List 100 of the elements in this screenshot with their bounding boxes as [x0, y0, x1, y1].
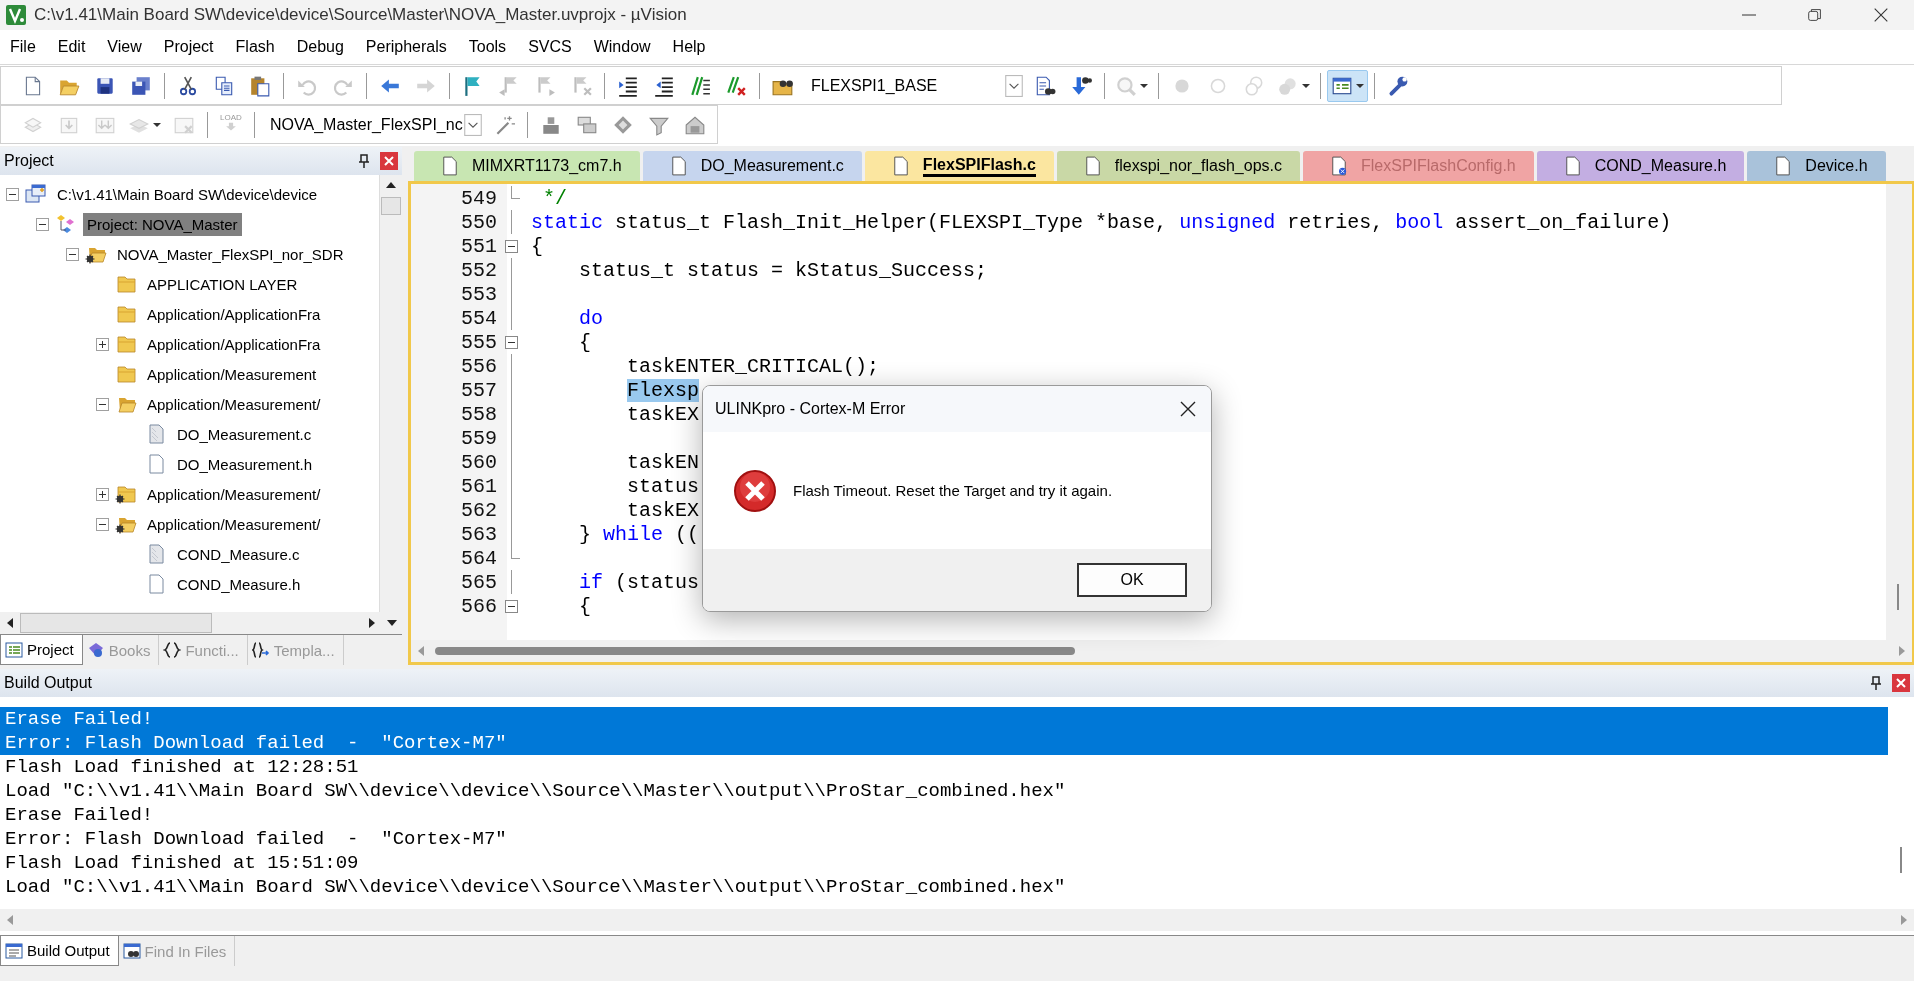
output-line: Erase Failed!: [4, 803, 155, 827]
code-line: status_t status = kStatus_Success;: [578, 258, 988, 282]
panel-tab[interactable]: Build Output: [0, 936, 119, 966]
tree-item[interactable]: Application/ApplicationFra: [143, 332, 325, 356]
scroll-thumb[interactable]: [435, 647, 1075, 655]
scroll-thumb[interactable]: [20, 613, 212, 633]
close-icon[interactable]: [1892, 674, 1910, 692]
combo-box[interactable]: NOVA_Master_FlexSPI_nc: [264, 111, 482, 138]
editor-tab[interactable]: COND_Measure.h: [1536, 151, 1745, 181]
copy-icon: [213, 74, 235, 97]
list-window-icon: [5, 942, 23, 959]
tree-item[interactable]: Application/ApplicationFra: [143, 302, 325, 326]
pin-icon[interactable]: [1870, 676, 1882, 690]
line-number: 558: [460, 402, 497, 426]
line-number: 559: [460, 426, 497, 450]
caret-icon: [1356, 81, 1364, 90]
tree-item[interactable]: COND_Measure.c: [173, 542, 304, 566]
line-number: 565: [460, 570, 497, 594]
expand-toggle[interactable]: [96, 487, 109, 501]
collapse-toggle[interactable]: [36, 217, 49, 231]
editor-tab[interactable]: DO_Measurement.c: [642, 151, 862, 181]
close-icon: [1872, 6, 1890, 24]
collapse-toggle[interactable]: [96, 397, 109, 411]
panel-tab[interactable]: Project: [0, 635, 83, 665]
restore-icon: [1806, 6, 1824, 24]
line-number: 551: [460, 234, 497, 258]
editor-tab[interactable]: FlexSPIFlash.c: [864, 151, 1054, 181]
error-icon: [733, 468, 777, 513]
tree-item[interactable]: Project: NOVA_Master: [83, 212, 242, 236]
window-title: C:\v1.41\Main Board SW\device\device\Source\Master\NOVA_Master.uvprojx - µVision: [34, 5, 687, 25]
line-number: 555: [460, 330, 497, 354]
line-number: 557: [460, 378, 497, 402]
tree-item[interactable]: COND_Measure.h: [173, 572, 305, 596]
dialog-message: Flash Timeout. Reset the Target and try it again.: [793, 482, 1113, 499]
menu-item[interactable]: Edit: [47, 38, 98, 56]
document-binoculars-icon: [1034, 74, 1056, 97]
output-line: Error: Flash Download failed - "Cortex-M7": [4, 827, 508, 851]
comment-slashes-icon: [689, 74, 711, 97]
arrow-binoculars-icon: [1070, 74, 1092, 97]
document-icon: [670, 156, 687, 176]
scroll-thumb[interactable]: [381, 197, 401, 215]
dropdown-icon[interactable]: [1005, 74, 1023, 97]
line-number: 550: [460, 210, 497, 234]
output-line: Load "C:\\v1.41\\Main Board SW\\device\\device\\Source\\Master\\output\\ProStar_combined.hex": [4, 779, 1067, 803]
code-line: taskEX: [626, 402, 700, 426]
editor-tab[interactable]: Device.h: [1747, 151, 1886, 181]
tree-item[interactable]: Application/Measurement/: [143, 512, 325, 536]
menu-item[interactable]: File: [0, 38, 48, 56]
line-number: 561: [460, 474, 497, 498]
code-line: taskEN: [626, 450, 700, 474]
tree-item[interactable]: DO_Measurement.h: [173, 452, 317, 476]
menu-item[interactable]: Flash: [225, 38, 287, 56]
menu-item[interactable]: Project: [153, 38, 226, 56]
output-line: Flash Load finished at 12:28:51: [4, 755, 360, 779]
menu-item[interactable]: SVCS: [518, 38, 584, 56]
collapse-toggle[interactable]: [66, 247, 79, 261]
menu-item[interactable]: Tools: [458, 38, 519, 56]
menu-item[interactable]: Help: [662, 38, 718, 56]
tree-item[interactable]: NOVA_Master_FlexSPI_nor_SDR: [113, 242, 348, 266]
uncomment-slashes-icon: [725, 74, 747, 97]
tree-item[interactable]: Application/Measurement: [143, 362, 321, 386]
indent-icon: [617, 74, 639, 97]
collapse-toggle[interactable]: [6, 187, 19, 201]
menu-item[interactable]: Debug: [286, 38, 356, 56]
close-icon: [1178, 399, 1198, 419]
tree-item[interactable]: Application/Measurement/: [143, 392, 325, 416]
line-number: 564: [460, 546, 497, 570]
scroll-thumb[interactable]: [1897, 584, 1899, 610]
expand-toggle[interactable]: [96, 337, 109, 351]
list-window-icon: [5, 641, 23, 658]
vertical-scrollbar[interactable]: [1886, 184, 1912, 640]
line-number: 549: [460, 186, 497, 210]
tree-item[interactable]: DO_Measurement.c: [173, 422, 316, 446]
code-line: {: [578, 330, 592, 354]
tree-item[interactable]: C:\v1.41\Main Board SW\device\device: [53, 182, 322, 206]
document-icon: [1775, 156, 1792, 176]
document-icon: [1084, 156, 1101, 176]
pin-icon[interactable]: [358, 154, 370, 168]
code-line: static status_t Flash_Init_Helper(FLEXSPI_Type *base, unsigned retries, bool assert_on_failure): [531, 210, 1672, 234]
editor-tab[interactable]: flexspi_nor_flash_ops.c: [1056, 151, 1300, 181]
tree-item[interactable]: Application/Measurement/: [143, 482, 325, 506]
menu-item[interactable]: Window: [583, 38, 663, 56]
tree-item[interactable]: APPLICATION LAYER: [143, 272, 302, 296]
ok-button[interactable]: OK: [1077, 563, 1187, 597]
outdent-icon: [653, 74, 675, 97]
code-line: {: [578, 594, 592, 618]
close-icon[interactable]: [380, 152, 398, 170]
document-icon: [1564, 156, 1581, 176]
menu-item[interactable]: View: [97, 38, 154, 56]
dropdown-icon[interactable]: [464, 113, 482, 136]
code-line: */: [542, 186, 568, 210]
collapse-toggle[interactable]: [96, 517, 109, 531]
output-line: Load "C:\\v1.41\\Main Board SW\\device\\device\\Source\\Master\\output\\ProStar_combined.hex": [4, 875, 1067, 899]
combo-box[interactable]: FLEXSPI1_BASE: [805, 72, 1023, 99]
editor-tab[interactable]: MIMXRT1173_cm7.h: [414, 151, 640, 181]
caret-icon: [153, 120, 161, 129]
minimize-icon: [1742, 14, 1756, 16]
menu-item[interactable]: Peripherals: [355, 38, 459, 56]
wrench-icon: [1387, 74, 1409, 97]
scroll-thumb[interactable]: [1900, 847, 1902, 873]
